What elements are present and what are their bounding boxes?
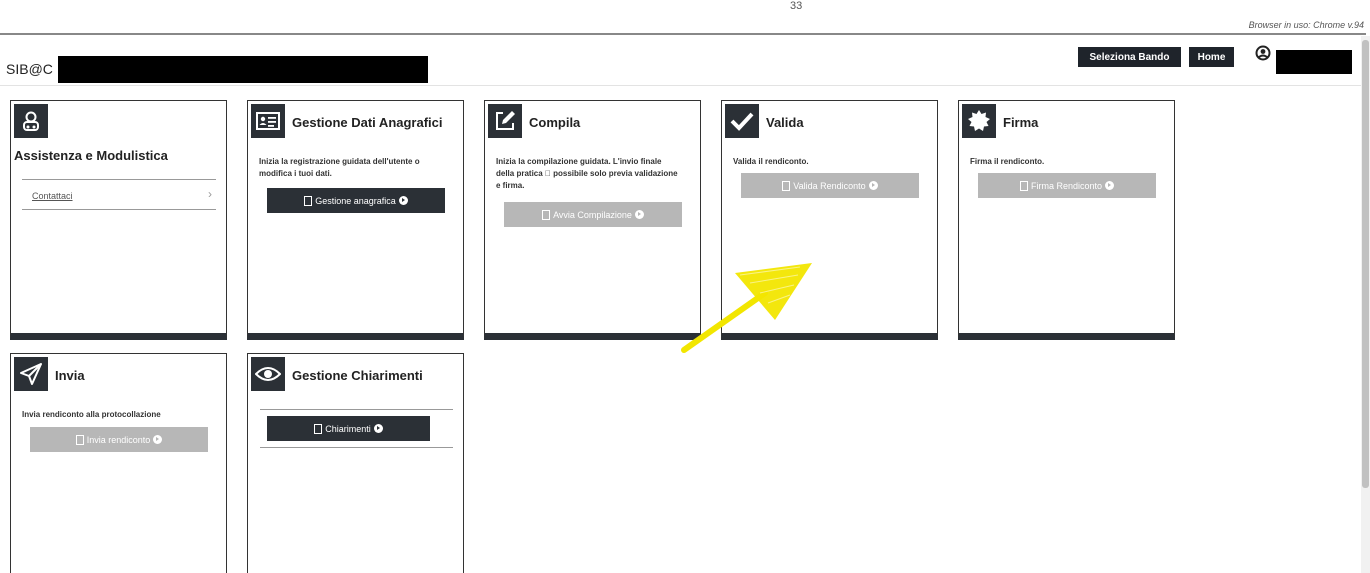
card-title: Gestione Dati Anagrafici <box>292 115 443 130</box>
firma-rendiconto-button[interactable]: Firma Rendiconto <box>978 173 1156 198</box>
card-description: Inizia la compilazione guidata. L'invio … <box>496 157 678 190</box>
page-scrollbar[interactable] <box>1361 36 1370 573</box>
paper-plane-icon <box>14 357 48 391</box>
contattaci-link[interactable]: Contattaci <box>32 191 73 201</box>
card-chiarimenti: Gestione Chiarimenti Chiarimenti <box>247 353 464 573</box>
chiarimenti-button[interactable]: Chiarimenti <box>267 416 430 441</box>
user-circle-icon[interactable] <box>1255 45 1271 61</box>
arrow-circle-right-icon <box>634 210 644 219</box>
card-title: Assistenza e Modulistica <box>14 148 168 163</box>
card-description: Valida il rendiconto. <box>733 157 809 166</box>
button-label: Avvia Compilazione <box>553 209 632 220</box>
arrow-circle-right-icon <box>373 424 383 433</box>
top-divider <box>0 33 1366 35</box>
card-invia: Invia Invia rendiconto alla protocollazi… <box>10 353 227 573</box>
card-title: Compila <box>529 115 581 130</box>
arrow-circle-right-icon <box>153 435 163 444</box>
document-icon <box>782 180 791 191</box>
arrow-circle-right-icon <box>868 181 878 190</box>
button-label: Valida Rendiconto <box>793 180 866 191</box>
home-button[interactable]: Home <box>1189 47 1234 67</box>
edit-icon <box>488 104 522 138</box>
valida-rendiconto-button[interactable]: Valida Rendiconto <box>741 173 919 198</box>
card-firma: Firma Firma il rendiconto. Firma Rendico… <box>958 100 1175 340</box>
card-title: Invia <box>55 368 85 383</box>
scrollbar-thumb[interactable] <box>1362 40 1369 488</box>
support-agent-icon <box>14 104 48 138</box>
seleziona-bando-button[interactable]: Seleziona Bando <box>1078 47 1181 67</box>
id-card-icon <box>251 104 285 138</box>
card-anagrafica: Gestione Dati Anagrafici Inizia la regis… <box>247 100 464 340</box>
document-icon <box>75 434 84 445</box>
top-mark: 33 <box>790 0 803 12</box>
card-title: Valida <box>766 115 804 130</box>
card-title: Gestione Chiarimenti <box>292 368 423 383</box>
arrow-circle-right-icon <box>398 196 408 205</box>
document-icon <box>1019 180 1028 191</box>
card-title: Firma <box>1003 115 1039 130</box>
document-icon <box>314 423 323 434</box>
eye-icon <box>251 357 285 391</box>
app-header: SIB@C Seleziona Bando Home <box>0 36 1366 86</box>
annotation-arrow-icon <box>681 263 812 353</box>
browser-info: Browser in uso: Chrome v.94 <box>1248 20 1364 30</box>
chevron-right-icon: › <box>208 187 212 201</box>
invia-rendiconto-button[interactable]: Invia rendiconto <box>30 427 208 452</box>
top-strip: 33 Browser in uso: Chrome v.94 <box>0 0 1370 36</box>
document-icon <box>304 195 313 206</box>
seal-icon <box>962 104 996 138</box>
button-label: Gestione anagrafica <box>315 195 396 206</box>
button-label: Invia rendiconto <box>86 434 151 445</box>
divider <box>22 209 216 210</box>
divider <box>260 447 453 448</box>
card-assistenza: Assistenza e Modulistica Contattaci › <box>10 100 227 340</box>
card-description: Invia rendiconto alla protocollazione <box>22 410 161 419</box>
redacted-username <box>1276 50 1352 74</box>
avvia-compilazione-button[interactable]: Avvia Compilazione <box>504 202 682 227</box>
card-compila: Compila Inizia la compilazione guidata. … <box>484 100 701 340</box>
brand-logo: SIB@C <box>6 61 53 77</box>
button-label: Chiarimenti <box>325 423 371 434</box>
arrow-circle-right-icon <box>1105 181 1115 190</box>
button-label: Firma Rendiconto <box>1030 180 1103 191</box>
check-icon <box>725 104 759 138</box>
divider <box>22 179 216 180</box>
redacted-title <box>58 56 428 83</box>
document-icon <box>542 209 551 220</box>
gestione-anagrafica-button[interactable]: Gestione anagrafica <box>267 188 445 213</box>
divider <box>260 409 453 410</box>
card-description: Inizia la registrazione guidata dell'ute… <box>259 157 420 178</box>
card-description: Firma il rendiconto. <box>970 157 1045 166</box>
